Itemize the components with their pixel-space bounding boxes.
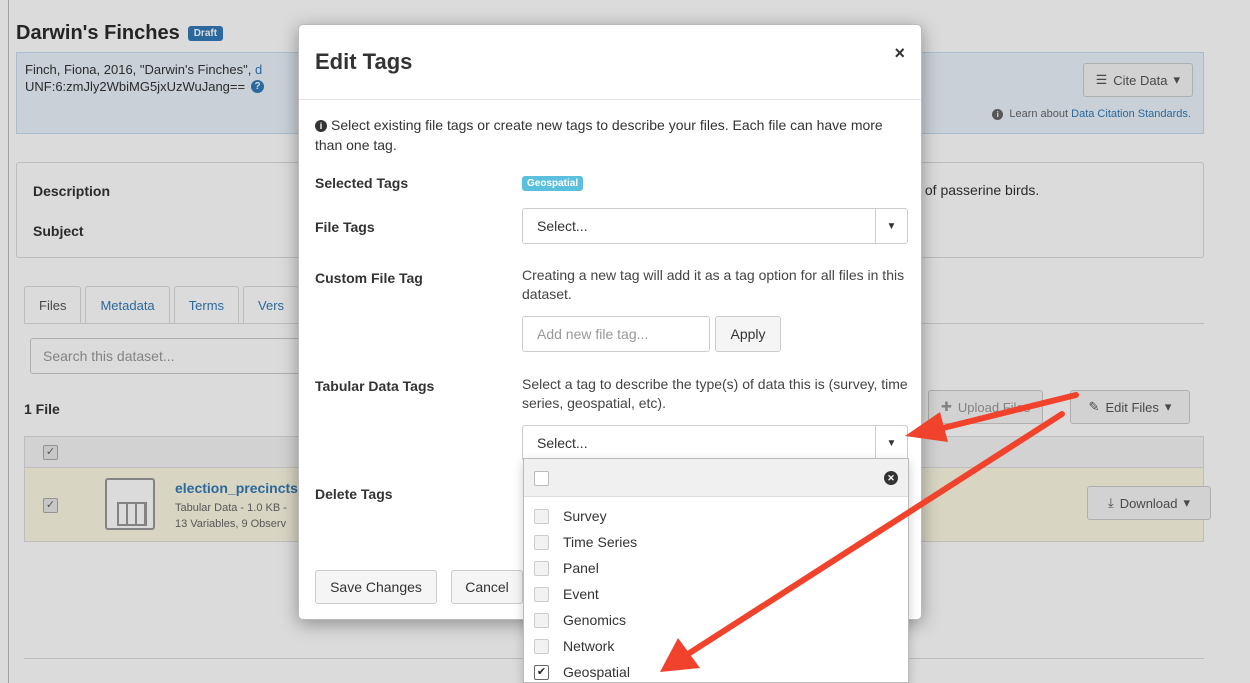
tabular-tags-dropdown: ✕ Survey Time Series Panel Event Genomics Net…: [523, 458, 909, 683]
close-icon[interactable]: ×: [894, 43, 905, 64]
option-time-series[interactable]: Time Series: [534, 531, 637, 553]
selected-tags-label: Selected Tags: [315, 175, 409, 191]
apply-button[interactable]: Apply: [715, 316, 781, 352]
tabular-tags-select[interactable]: Select... ▼: [522, 425, 908, 461]
custom-file-tag-help: Creating a new tag will add it as a tag …: [522, 267, 905, 302]
file-tags-select-value: Select...: [537, 218, 588, 234]
selected-tag-badge: Geospatial: [522, 176, 584, 191]
select-all-checkbox[interactable]: [534, 471, 549, 486]
option-label: Panel: [563, 560, 599, 576]
delete-tags-label: Delete Tags: [315, 486, 393, 502]
option-checkbox[interactable]: [534, 508, 549, 524]
modal-header-divider: [299, 99, 921, 100]
caret-down-icon: ▼: [875, 209, 907, 243]
modal-title: Edit Tags: [315, 49, 413, 74]
dropdown-header: ✕: [524, 459, 908, 497]
option-label: Network: [563, 638, 615, 654]
option-geospatial[interactable]: ✔ Geospatial: [534, 661, 630, 683]
option-label: Event: [563, 586, 599, 602]
option-network[interactable]: Network: [534, 635, 614, 657]
custom-file-tag-label: Custom File Tag: [315, 270, 423, 286]
file-tags-select[interactable]: Select... ▼: [522, 208, 908, 244]
option-panel[interactable]: Panel: [534, 557, 599, 579]
option-label: Genomics: [563, 612, 627, 628]
info-icon: i: [315, 120, 327, 132]
option-checkbox[interactable]: [534, 638, 549, 654]
modal-intro-text: Select existing file tags or create new …: [315, 117, 883, 153]
option-checkbox[interactable]: [534, 560, 549, 576]
save-changes-button[interactable]: Save Changes: [315, 570, 437, 604]
option-checkbox[interactable]: [534, 612, 549, 628]
option-genomics[interactable]: Genomics: [534, 609, 626, 631]
option-checkbox[interactable]: ✔: [534, 664, 549, 680]
caret-down-icon: ▼: [875, 426, 907, 460]
custom-tag-input[interactable]: Add new file tag...: [522, 316, 710, 352]
tabular-data-tags-help: Select a tag to describe the type(s) of …: [522, 376, 908, 411]
option-survey[interactable]: Survey: [534, 505, 607, 527]
close-icon[interactable]: ✕: [884, 471, 898, 485]
tabular-tags-select-value: Select...: [537, 435, 588, 451]
modal-intro: i Select existing file tags or create new…: [315, 115, 895, 155]
tabular-data-tags-label: Tabular Data Tags: [315, 378, 435, 394]
option-event[interactable]: Event: [534, 583, 599, 605]
option-checkbox[interactable]: [534, 534, 549, 550]
option-label: Time Series: [563, 534, 638, 550]
option-label: Geospatial: [563, 664, 630, 680]
option-label: Survey: [563, 508, 607, 524]
option-checkbox[interactable]: [534, 586, 549, 602]
file-tags-label: File Tags: [315, 219, 375, 235]
cancel-button[interactable]: Cancel: [451, 570, 523, 604]
